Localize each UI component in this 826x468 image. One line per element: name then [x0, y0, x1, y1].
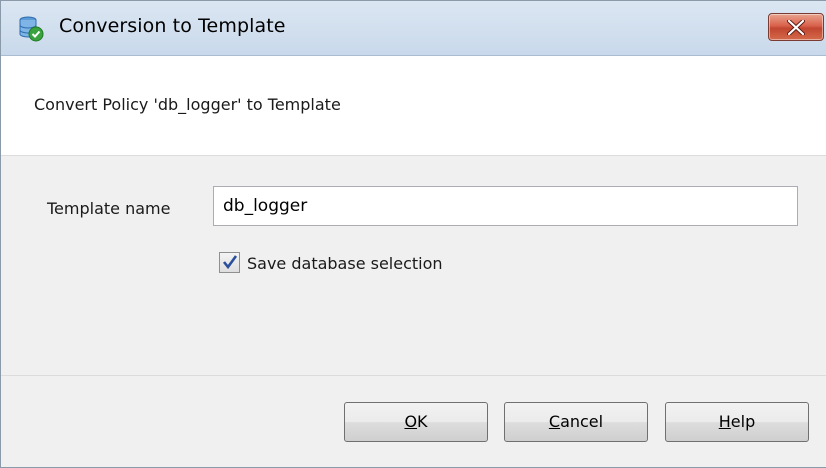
- close-button[interactable]: [768, 13, 824, 41]
- checkmark-icon: [222, 255, 238, 270]
- help-label-rest: elp: [730, 412, 756, 431]
- template-name-input[interactable]: [213, 186, 798, 226]
- cancel-label-rest: ancel: [560, 412, 604, 431]
- window-title: Conversion to Template: [59, 15, 286, 37]
- title-bar[interactable]: Conversion to Template: [1, 1, 826, 56]
- template-name-label: Template name: [47, 199, 171, 218]
- dialog-window: Conversion to Template Convert Policy 'd…: [0, 0, 826, 468]
- header-text: Convert Policy 'db_logger' to Template: [34, 95, 341, 114]
- close-icon: [787, 20, 805, 35]
- cancel-button[interactable]: Cancel: [504, 402, 648, 442]
- save-database-selection-label: Save database selection: [247, 254, 443, 273]
- cancel-accel: C: [548, 412, 561, 431]
- help-button[interactable]: Help: [665, 402, 809, 442]
- help-accel: H: [718, 412, 731, 431]
- database-check-icon: [17, 15, 45, 43]
- save-database-selection-checkbox[interactable]: [219, 252, 240, 273]
- ok-button[interactable]: OK: [344, 402, 488, 442]
- ok-accel: O: [404, 412, 418, 431]
- dialog-header: Convert Policy 'db_logger' to Template: [1, 56, 826, 156]
- footer-divider: [1, 375, 826, 376]
- ok-label-rest: K: [417, 412, 428, 431]
